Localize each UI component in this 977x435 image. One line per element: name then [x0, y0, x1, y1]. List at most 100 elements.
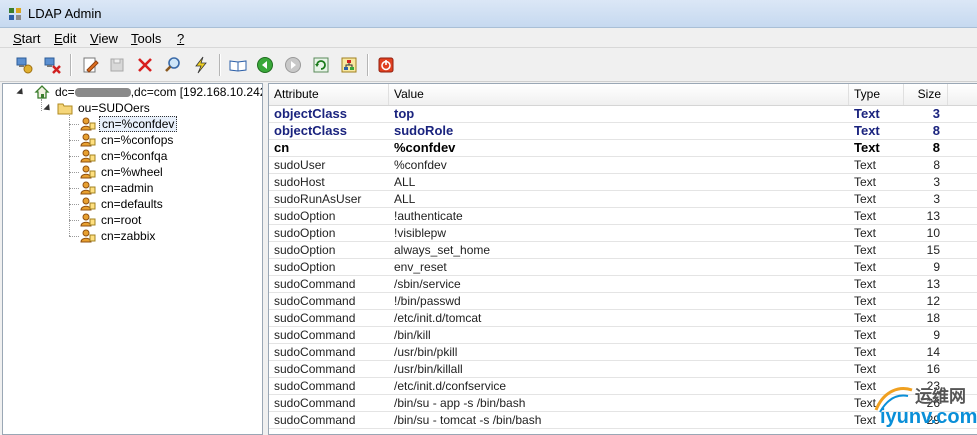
- table-row[interactable]: sudoOption env_reset Text 9: [269, 259, 977, 276]
- table-row[interactable]: cn %confdev Text 8: [269, 140, 977, 157]
- value-cell: %confdev: [394, 158, 447, 172]
- delete-button[interactable]: [134, 54, 156, 76]
- menu-view[interactable]: View: [90, 31, 118, 46]
- grid-header: Attribute Value Type Size: [269, 84, 977, 106]
- root-dn-suffix: ,dc=com [192.168.10.242]: [130, 85, 263, 99]
- sudo-role-icon: [80, 165, 96, 179]
- table-row[interactable]: sudoCommand !/bin/passwd Text 12: [269, 293, 977, 310]
- table-row[interactable]: sudoHost ALL Text 3: [269, 174, 977, 191]
- attribute-grid[interactable]: Attribute Value Type Size objectClass top…: [268, 83, 977, 435]
- value-cell: /usr/bin/pkill: [394, 345, 458, 359]
- tree-node[interactable]: cn=%confqa: [80, 148, 169, 164]
- attribute-cell: objectClass: [274, 106, 347, 121]
- search-button[interactable]: [162, 54, 184, 76]
- size-cell: 10: [926, 226, 940, 240]
- table-row[interactable]: sudoCommand/sbin/service Text 13: [269, 276, 977, 293]
- root-dn-prefix: dc=: [55, 85, 75, 99]
- tree-connector: [69, 220, 79, 221]
- tree-node[interactable]: cn=zabbix: [80, 228, 157, 244]
- attribute-cell: sudoOption: [274, 209, 336, 223]
- menu-edit[interactable]: Edit: [54, 31, 76, 46]
- table-row[interactable]: sudoCommand/bin/su - app -s /bin/bash Tex…: [269, 395, 977, 412]
- menu-tools[interactable]: Tools: [131, 31, 161, 46]
- size-cell: 13: [926, 209, 940, 223]
- tree-node-ou[interactable]: ou=SUDOers: [57, 100, 152, 116]
- table-row[interactable]: sudoRunAsUser ALL Text 3: [269, 191, 977, 208]
- attribute-cell: sudoUser: [274, 158, 326, 172]
- menu-start[interactable]: Start: [13, 31, 40, 46]
- tree-node[interactable]: cn=%wheel: [80, 164, 165, 180]
- table-row[interactable]: objectClass top Text 3: [269, 106, 977, 123]
- table-row[interactable]: sudoCommand/bin/su - tomcat -s /bin/bash…: [269, 412, 977, 429]
- lightning-button[interactable]: [190, 54, 212, 76]
- disconnect-icon: [44, 57, 61, 74]
- attribute-cell: sudoCommand: [274, 362, 356, 376]
- refresh-icon: [313, 57, 329, 73]
- expand-toggle[interactable]: [43, 103, 53, 114]
- disconnect-button[interactable]: [41, 54, 63, 76]
- column-header-size[interactable]: Size: [904, 84, 948, 105]
- value-cell: !visiblepw: [394, 226, 447, 240]
- tree-node-label: cn=admin: [101, 181, 154, 195]
- table-row[interactable]: sudoCommand/bin/kill Text 9: [269, 327, 977, 344]
- table-row[interactable]: sudoOption !visiblepw Text 10: [269, 225, 977, 242]
- menu-help[interactable]: ?: [177, 31, 184, 46]
- type-cell: Text: [854, 260, 877, 274]
- type-cell: Text: [854, 345, 877, 359]
- value-cell: ALL: [394, 192, 416, 206]
- search-icon: [165, 57, 180, 72]
- save-button[interactable]: [106, 54, 128, 76]
- directory-tree[interactable]: dc= ,dc=com [192.168.10.242] ou=SUDOers c…: [2, 83, 263, 435]
- size-cell: 8: [933, 158, 940, 172]
- table-row[interactable]: objectClass sudoRole Text 8: [269, 123, 977, 140]
- tree-node[interactable]: cn=admin: [80, 180, 155, 196]
- book-button[interactable]: [227, 54, 249, 76]
- attribute-cell: sudoCommand: [274, 379, 356, 393]
- column-header-value[interactable]: Value: [389, 84, 849, 105]
- sudo-role-icon: [80, 213, 96, 227]
- connect-button[interactable]: [13, 54, 35, 76]
- attribute-cell: sudoHost: [274, 175, 325, 189]
- table-row[interactable]: sudoCommand/usr/bin/pkill Text 14: [269, 344, 977, 361]
- size-cell: 12: [926, 294, 940, 308]
- attribute-cell: sudoCommand: [274, 311, 356, 325]
- table-row[interactable]: sudoUser %confdev Text 8: [269, 157, 977, 174]
- book-icon: [229, 60, 247, 72]
- tree-connector: [69, 115, 70, 236]
- type-cell: Text: [854, 123, 880, 138]
- attribute-cell: sudoOption: [274, 243, 336, 257]
- column-header-attribute[interactable]: Attribute: [269, 84, 389, 105]
- exit-button[interactable]: [375, 54, 397, 76]
- value-cell: !authenticate: [394, 209, 463, 223]
- tree-node[interactable]: cn=root: [80, 212, 143, 228]
- forward-button[interactable]: [282, 54, 304, 76]
- tree-node-selected[interactable]: cn=%confdev: [80, 116, 178, 132]
- back-button[interactable]: [254, 54, 276, 76]
- column-header-type[interactable]: Type: [849, 84, 904, 105]
- toolbar-separator: [367, 54, 369, 76]
- table-row[interactable]: sudoCommand/usr/bin/killall Text 16: [269, 361, 977, 378]
- attribute-cell: cn: [274, 140, 290, 155]
- table-row[interactable]: sudoCommand/etc/init.d/confservice Text 23: [269, 378, 977, 395]
- edit-button[interactable]: [79, 54, 101, 76]
- size-cell: 3: [933, 175, 940, 189]
- table-row[interactable]: sudoCommand/etc/init.d/tomcat Text 18: [269, 310, 977, 327]
- table-row[interactable]: sudoOption always_set_home Text 15: [269, 242, 977, 259]
- toolbar: [0, 48, 977, 82]
- attribute-cell: sudoCommand: [274, 277, 356, 291]
- table-row[interactable]: sudoOption !authenticate Text 13: [269, 208, 977, 225]
- refresh-button[interactable]: [310, 54, 332, 76]
- tree-root[interactable]: dc= ,dc=com [192.168.10.242]: [34, 84, 263, 100]
- size-cell: 3: [933, 192, 940, 206]
- tree-connector: [69, 124, 79, 125]
- expand-toggle[interactable]: [16, 87, 26, 98]
- tree-button[interactable]: [338, 54, 360, 76]
- tree-node[interactable]: cn=defaults: [80, 196, 165, 212]
- type-cell: Text: [854, 175, 877, 189]
- watermark-domain: iyunv.com: [880, 406, 977, 428]
- size-cell: 14: [926, 345, 940, 359]
- app-icon: [9, 8, 21, 20]
- value-cell: always_set_home: [394, 243, 491, 257]
- tree-node[interactable]: cn=%confops: [80, 132, 175, 148]
- attribute-cell: sudoCommand: [274, 345, 356, 359]
